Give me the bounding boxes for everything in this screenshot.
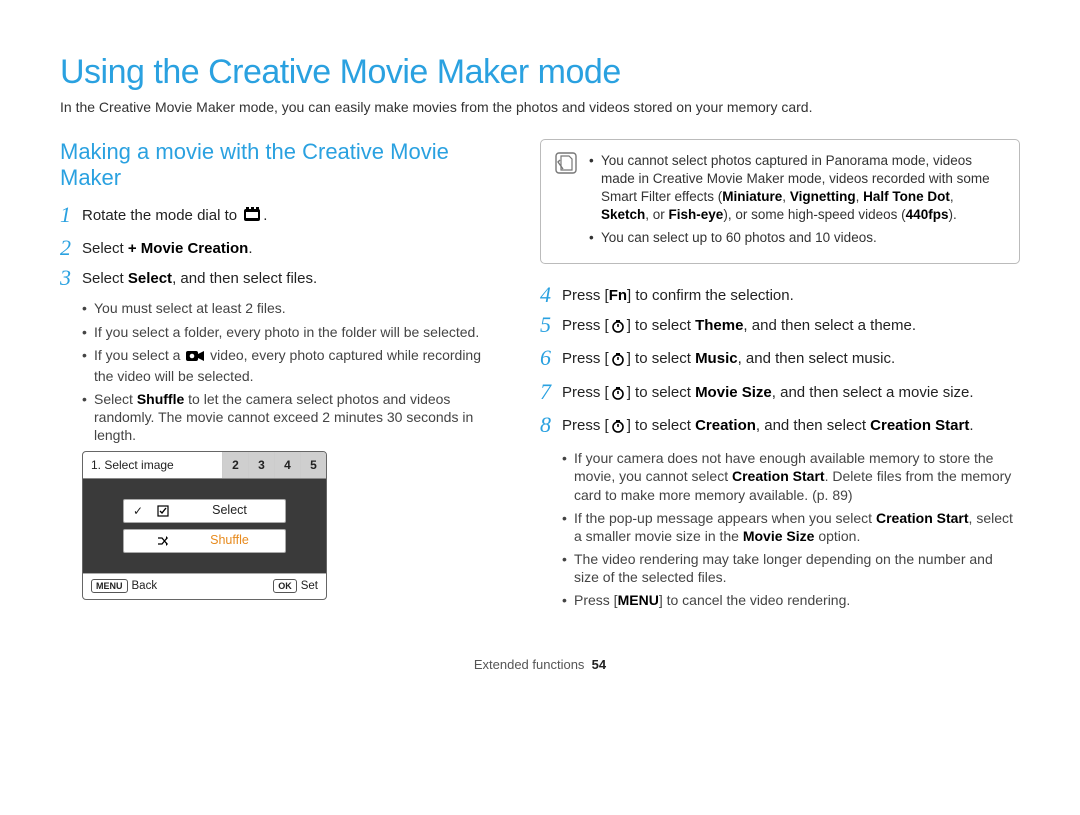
ok-chip: OK xyxy=(273,579,297,593)
step-1: 1 Rotate the mode dial to . xyxy=(60,206,500,229)
timer-icon xyxy=(611,319,625,339)
camera-screen-mock: 1. Select image 2 3 4 5 ✓ Select xyxy=(82,451,327,601)
intro-text: In the Creative Movie Maker mode, you ca… xyxy=(60,98,1020,117)
screen-tabs: 2 3 4 5 xyxy=(222,452,326,478)
step-number: 4 xyxy=(540,284,562,306)
step-7: 7 Press [] to select Movie Size, and the… xyxy=(540,383,1020,406)
timer-icon xyxy=(611,419,625,439)
shuffle-glyph-icon xyxy=(152,535,174,547)
step-number: 6 xyxy=(540,347,562,369)
step-number: 2 xyxy=(60,237,82,259)
step-number: 1 xyxy=(60,204,82,226)
manual-page: Using the Creative Movie Maker mode In t… xyxy=(0,0,1080,703)
note-icon xyxy=(555,152,577,174)
select-glyph-icon xyxy=(152,505,174,517)
step-6: 6 Press [] to select Music, and then sel… xyxy=(540,349,1020,372)
step-4: 4 Press [Fn] to confirm the selection. xyxy=(540,286,1020,306)
step-number: 3 xyxy=(60,267,82,289)
timer-icon xyxy=(611,386,625,406)
dual-capture-icon xyxy=(186,349,204,367)
step-number: 5 xyxy=(540,314,562,336)
menu-chip: MENU xyxy=(91,579,128,593)
page-footer: Extended functions 54 xyxy=(60,656,1020,674)
step-number: 7 xyxy=(540,381,562,403)
step-2: 2 Select + Movie Creation. xyxy=(60,239,500,259)
menu-item-shuffle: Shuffle xyxy=(123,529,286,553)
note-box: You cannot select photos captured in Pan… xyxy=(540,139,1020,264)
menu-item-select: ✓ Select xyxy=(123,499,286,523)
screen-header: 1. Select image 2 3 4 5 xyxy=(83,452,326,479)
section-heading: Making a movie with the Creative Movie M… xyxy=(60,139,500,192)
step-3: 3 Select Select, and then select files. xyxy=(60,269,500,289)
step-8-notes: If your camera does not have enough avai… xyxy=(562,449,1020,610)
step-5: 5 Press [] to select Theme, and then sel… xyxy=(540,316,1020,339)
left-column: Making a movie with the Creative Movie M… xyxy=(60,139,500,616)
mode-dial-icon xyxy=(243,207,261,229)
page-title: Using the Creative Movie Maker mode xyxy=(60,50,1020,96)
check-icon: ✓ xyxy=(124,503,152,519)
screen-footer: MENUBack OKSet xyxy=(83,573,326,600)
step-3-notes: You must select at least 2 files. If you… xyxy=(82,299,500,444)
step-8: 8 Press [] to select Creation, and then … xyxy=(540,416,1020,439)
step-number: 8 xyxy=(540,414,562,436)
timer-icon xyxy=(611,352,625,372)
right-column: You cannot select photos captured in Pan… xyxy=(540,139,1020,616)
